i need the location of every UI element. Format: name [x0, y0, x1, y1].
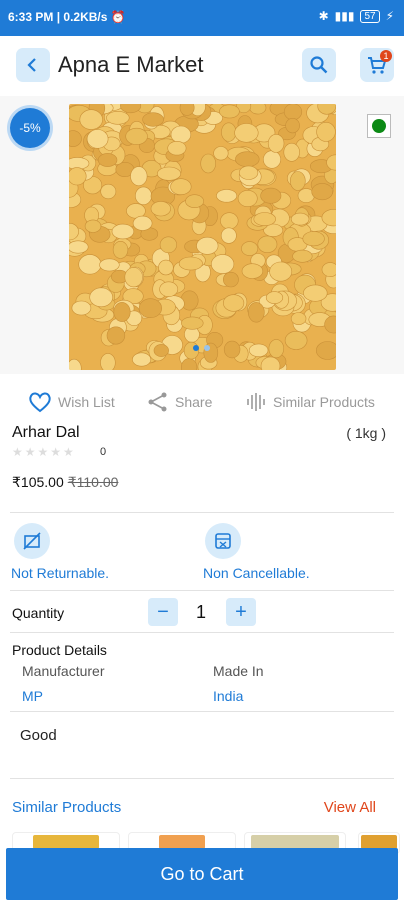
minus-icon: − [157, 600, 169, 623]
rating-stars: ★★★★★ [12, 445, 76, 459]
search-button[interactable] [302, 48, 336, 82]
divider [10, 711, 394, 712]
not-returnable-label: Not Returnable. [11, 565, 110, 581]
charging-icon: ⚡ [385, 9, 394, 23]
non-cancellable-feature [205, 523, 241, 559]
current-price: ₹105.00 [12, 474, 64, 490]
quantity-label: Quantity [12, 605, 65, 621]
plus-icon: + [235, 600, 247, 623]
back-button[interactable] [16, 48, 50, 82]
not-returnable-feature [14, 523, 50, 559]
share-icon [148, 392, 167, 412]
similar-label: Similar Products [273, 394, 375, 410]
product-name: Arhar Dal [12, 424, 80, 441]
veg-indicator-icon [367, 114, 391, 138]
quantity-value: 1 [196, 602, 207, 622]
similar-products-title: Similar Products [12, 799, 122, 816]
quantity-decrease-button[interactable]: − [148, 598, 178, 626]
signal-icon: ▮▮▮ [334, 9, 355, 23]
wishlist-button[interactable]: Wish List [28, 391, 115, 413]
divider [10, 512, 394, 513]
no-cancel-icon [205, 523, 241, 559]
heart-icon [29, 392, 51, 413]
divider [10, 778, 394, 779]
made-in-value: India [213, 688, 244, 704]
manufacturer-label: Manufacturer [22, 663, 105, 679]
made-in-label: Made In [213, 663, 264, 679]
discount-badge: -5% [10, 108, 50, 148]
similar-products-button[interactable]: Similar Products [245, 391, 375, 413]
divider [10, 590, 394, 591]
similar-bars-icon [247, 393, 265, 411]
share-button[interactable]: Share [147, 391, 212, 413]
cart-button[interactable]: 1 [360, 48, 394, 82]
page-title: Apna E Market [58, 52, 204, 77]
bluetooth-icon: ✱ [318, 9, 329, 23]
product-size: ( 1kg ) [346, 425, 386, 441]
product-details-title: Product Details [12, 642, 107, 658]
old-price: ₹110.00 [67, 474, 119, 490]
share-label: Share [175, 394, 213, 410]
view-all-link[interactable]: View All [324, 799, 376, 816]
search-icon [310, 56, 328, 74]
cart-badge: 1 [380, 50, 392, 62]
status-icons: ✱ ▮▮▮ 57 ⚡ [319, 9, 394, 23]
product-actions: Wish List Share Similar Products [0, 383, 404, 423]
product-description: Good [20, 727, 57, 744]
carousel-indicator[interactable] [193, 345, 210, 351]
price-row: ₹105.00 ₹110.00 [12, 474, 118, 491]
product-image[interactable] [69, 104, 336, 370]
go-to-cart-button[interactable]: Go to Cart [6, 848, 398, 900]
no-return-icon [14, 523, 50, 559]
wishlist-label: Wish List [58, 394, 115, 410]
manufacturer-value: MP [22, 688, 43, 704]
quantity-increase-button[interactable]: + [226, 598, 256, 626]
chevron-left-icon [27, 58, 36, 72]
rating-count: 0 [100, 446, 107, 458]
non-cancellable-label: Non Cancellable. [203, 565, 310, 581]
divider [10, 632, 394, 633]
status-time: 6:33 PM | 0.2KB/s ⏰ [8, 10, 126, 24]
status-bar: 6:33 PM | 0.2KB/s ⏰ ✱ ▮▮▮ 57 ⚡ [0, 0, 404, 36]
battery-icon: 57 [360, 9, 380, 23]
